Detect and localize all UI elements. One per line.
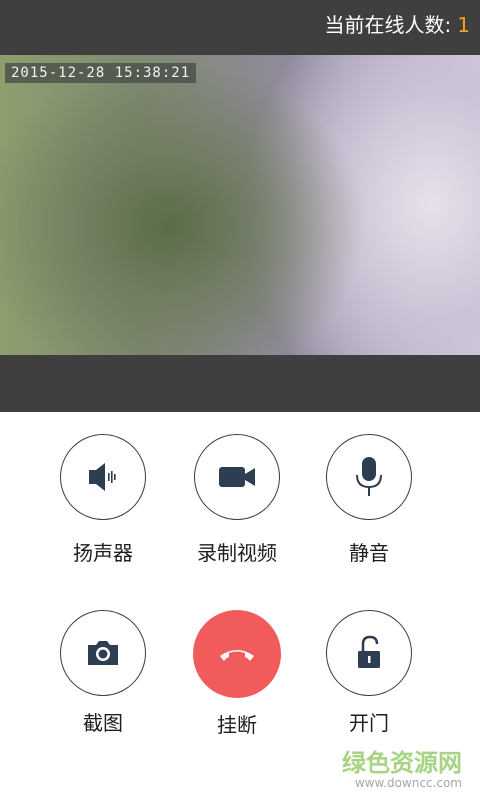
mute-label: 静音 (349, 541, 389, 565)
video-camera-icon (219, 467, 255, 487)
watermark-title: 绿色资源网 (342, 749, 462, 777)
unlock-door-button[interactable] (326, 610, 412, 696)
speaker-control: 扬声器 (28, 434, 178, 566)
unlock-icon (358, 635, 380, 668)
record-video-button[interactable] (194, 434, 280, 520)
watermark-url: www.downcc.com (354, 776, 462, 790)
video-area: 当前在线人数: 1 2015-12-28 15:38:21 (0, 0, 480, 412)
mute-control: 静音 (294, 434, 444, 566)
unlock-label: 开门 (349, 711, 389, 735)
unlock-control: 开门 (294, 610, 444, 736)
hangup-control: 挂断 (162, 610, 312, 738)
video-feed: 2015-12-28 15:38:21 (0, 55, 480, 355)
screenshot-button[interactable] (60, 610, 146, 696)
intercom-screen: 当前在线人数: 1 2015-12-28 15:38:21 扬声器 录制视频 静… (0, 0, 480, 800)
hangup-label: 挂断 (217, 713, 257, 737)
camera-icon (88, 641, 118, 665)
online-count: 1 (457, 13, 470, 37)
watermark: 绿色资源网 www.downcc.com (342, 750, 462, 790)
hangup-button[interactable] (193, 610, 281, 698)
screenshot-control: 截图 (28, 610, 178, 736)
call-controls: 扬声器 录制视频 静音 截图 挂断 开门 绿色资源网 www.downcc.co… (0, 412, 480, 800)
record-control: 录制视频 (162, 434, 312, 566)
online-label: 当前在线人数: (324, 13, 452, 37)
online-count-bar: 当前在线人数: 1 (325, 10, 470, 40)
microphone-icon (356, 457, 382, 496)
speaker-button[interactable] (60, 434, 146, 520)
video-timestamp: 2015-12-28 15:38:21 (5, 63, 197, 83)
phone-hangup-icon (220, 650, 254, 661)
speaker-label: 扬声器 (73, 541, 133, 565)
screenshot-label: 截图 (83, 711, 123, 735)
mute-button[interactable] (326, 434, 412, 520)
speaker-icon (89, 463, 116, 491)
record-label: 录制视频 (197, 541, 277, 565)
